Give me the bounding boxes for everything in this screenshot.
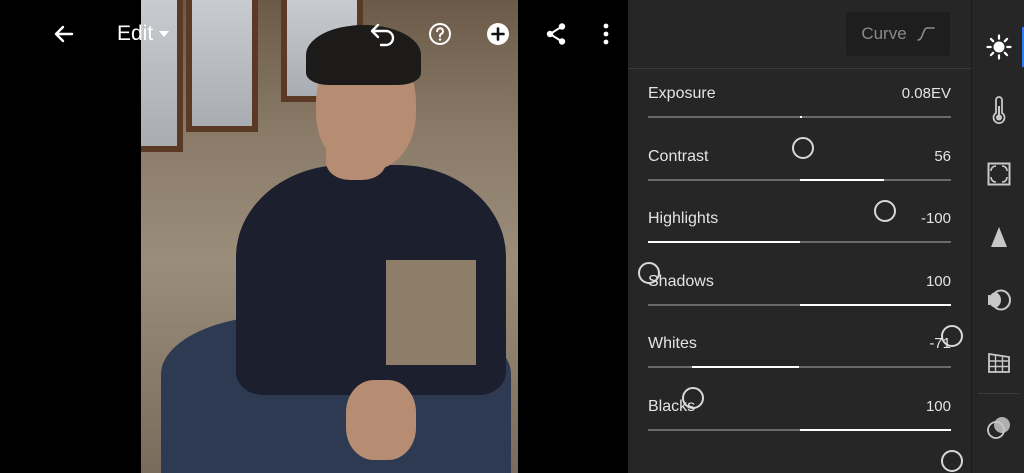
share-icon[interactable] — [543, 18, 569, 50]
undo-icon[interactable] — [368, 18, 398, 50]
rail-item-geometry[interactable] — [972, 338, 1024, 386]
slider-fill — [648, 241, 800, 243]
slider-fill — [799, 179, 885, 181]
help-icon[interactable] — [427, 18, 453, 50]
slider-fill — [799, 429, 951, 431]
slider-value[interactable]: 100 — [926, 398, 951, 415]
top-toolbar: Edit — [0, 0, 628, 68]
slider-contrast: Contrast 56 — [648, 148, 951, 222]
rail-item-effects[interactable] — [972, 150, 1024, 198]
photo-hand-face — [326, 135, 386, 180]
slider-fill — [691, 366, 800, 368]
back-arrow-icon[interactable] — [50, 18, 78, 50]
curve-button-label: Curve — [861, 24, 907, 43]
photo-pocket — [386, 260, 476, 365]
slider-track[interactable] — [648, 429, 963, 472]
slider-thumb[interactable] — [941, 450, 963, 472]
rail-item-optics[interactable] — [972, 276, 1024, 324]
rail-divider — [978, 393, 1020, 394]
detail-icon — [990, 227, 1007, 247]
slider-value[interactable]: 56 — [934, 148, 951, 165]
curve-button[interactable]: Curve — [846, 12, 950, 56]
slider-track[interactable] — [648, 304, 963, 347]
slider-fill — [799, 116, 802, 118]
slider-value[interactable]: 100 — [926, 273, 951, 290]
slider-label: Exposure — [648, 85, 716, 102]
slider-blacks: Blacks 100 — [648, 398, 963, 472]
edit-mode-dropdown[interactable]: Edit — [117, 22, 170, 46]
optics-icon — [987, 289, 1011, 311]
presets-icon — [986, 417, 1010, 439]
more-icon[interactable] — [596, 18, 616, 50]
edit-mode-label: Edit — [117, 22, 154, 45]
slider-label: Contrast — [648, 148, 709, 165]
chevron-down-icon — [159, 31, 170, 37]
rail-item-presets[interactable] — [972, 404, 1024, 452]
geometry-icon — [987, 352, 1010, 373]
curve-icon — [916, 27, 935, 41]
slider-value[interactable]: -71 — [929, 335, 951, 352]
slider-value[interactable]: 0.08EV — [902, 85, 951, 102]
panel-header: Curve — [628, 0, 971, 69]
rail-item-detail[interactable] — [972, 213, 1024, 261]
slider-fill — [799, 304, 951, 306]
slider-track[interactable] — [648, 179, 951, 222]
rail-item-light[interactable] — [972, 23, 1024, 71]
light-icon — [985, 34, 1012, 60]
tool-rail — [971, 0, 1024, 473]
slider-exposure: Exposure 0.08EV — [648, 85, 951, 159]
photo-hand-knee — [346, 380, 416, 460]
light-panel: Curve Exposure 0.08EV Contrast 56 Highli… — [628, 0, 971, 473]
slider-track[interactable] — [648, 366, 951, 409]
effects-icon — [987, 162, 1010, 186]
slider-highlights: Highlights -100 — [638, 210, 951, 284]
photo-preview[interactable] — [141, 0, 518, 473]
rail-item-color[interactable] — [972, 86, 1024, 134]
color-temperature-icon — [992, 96, 1005, 124]
slider-label: Highlights — [648, 210, 719, 227]
slider-whites: Whites -71 — [648, 335, 951, 409]
slider-track[interactable] — [648, 116, 951, 159]
slider-label: Shadows — [648, 273, 714, 290]
slider-label: Blacks — [648, 398, 696, 415]
slider-track[interactable] — [638, 241, 951, 284]
slider-shadows: Shadows 100 — [648, 273, 963, 347]
slider-label: Whites — [648, 335, 697, 352]
add-icon[interactable] — [485, 18, 511, 50]
slider-value[interactable]: -100 — [921, 210, 951, 227]
photo-canvas — [0, 0, 628, 473]
